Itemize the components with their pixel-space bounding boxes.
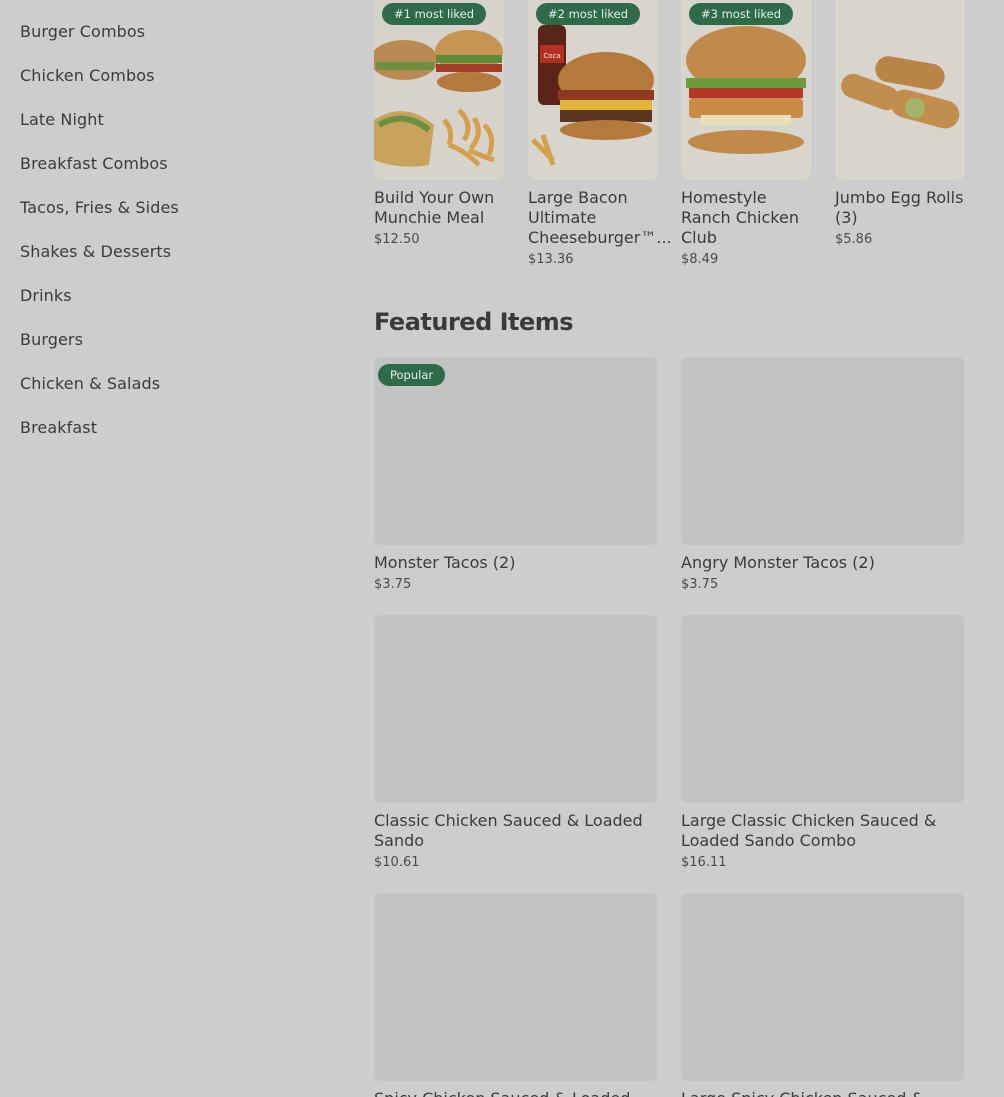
item-price: $5.86 — [835, 232, 873, 247]
featured-item-large-classic-chicken-combo[interactable]: Large Classic Chicken Sauced & Loaded Sa… — [681, 615, 964, 870]
item-price: $13.36 — [528, 252, 574, 267]
popular-badge: Popular — [378, 364, 446, 386]
item-price: $16.11 — [681, 855, 727, 870]
item-price: $10.61 — [374, 855, 420, 870]
item-title: Homestyle Ranch Chicken Club — [681, 188, 799, 247]
svg-text:Coca: Coca — [543, 52, 560, 60]
sidebar-item-breakfast[interactable]: Breakfast — [20, 418, 320, 462]
sidebar-item-burger-combos[interactable]: Burger Combos — [20, 22, 320, 66]
egg-rolls-image-icon — [835, 0, 965, 180]
item-title: Large Spicy Chicken Sauced & — [681, 1089, 964, 1097]
item-price: $12.50 — [374, 232, 420, 247]
featured-item-large-spicy-chicken-combo[interactable]: Large Spicy Chicken Sauced & — [681, 893, 964, 1097]
most-liked-card-egg-rolls[interactable]: Jumbo Egg Rolls (3) $5.86 — [835, 0, 965, 247]
most-liked-card-munchie-meal[interactable]: #1 most liked Build Your Own Munchie Mea… — [374, 0, 504, 247]
sidebar-item-chicken-salads[interactable]: Chicken & Salads — [20, 374, 320, 418]
sidebar-item-tacos-fries-sides[interactable]: Tacos, Fries & Sides — [20, 198, 320, 242]
munchie-meal-image: #1 most liked — [374, 0, 504, 180]
most-liked-badge: #2 most liked — [536, 3, 641, 25]
most-liked-badge: #1 most liked — [382, 3, 487, 25]
featured-item-angry-monster-tacos[interactable]: Angry Monster Tacos (2) $3.75 — [681, 357, 964, 592]
item-title: Large Bacon Ultimate Cheeseburger™... — [528, 188, 672, 247]
most-liked-card-ranch-chicken-club[interactable]: #3 most liked Homestyle Ranch Chicken Cl… — [681, 0, 811, 267]
item-image-placeholder — [681, 357, 964, 545]
item-title: Jumbo Egg Rolls (3) — [835, 188, 964, 227]
egg-rolls-image — [835, 0, 965, 180]
ranch-chicken-club-image-icon — [681, 0, 811, 180]
featured-item-spicy-chicken-sando[interactable]: Spicy Chicken Sauced & Loaded — [374, 893, 657, 1097]
item-image-placeholder: Popular — [374, 357, 657, 545]
featured-item-monster-tacos[interactable]: Popular Monster Tacos (2) $3.75 — [374, 357, 657, 592]
item-image-placeholder — [681, 615, 964, 803]
featured-items-heading: Featured Items — [374, 308, 574, 336]
item-price: $8.49 — [681, 252, 719, 267]
ranch-chicken-club-image: #3 most liked — [681, 0, 811, 180]
category-sidebar: Burger Combos Chicken Combos Late Night … — [20, 22, 320, 462]
sidebar-item-shakes-desserts[interactable]: Shakes & Desserts — [20, 242, 320, 286]
sidebar-item-burgers[interactable]: Burgers — [20, 330, 320, 374]
sidebar-item-late-night[interactable]: Late Night — [20, 110, 320, 154]
item-title: Monster Tacos (2) — [374, 553, 516, 572]
item-image-placeholder — [681, 893, 964, 1081]
item-image-placeholder — [374, 615, 657, 803]
sidebar-item-breakfast-combos[interactable]: Breakfast Combos — [20, 154, 320, 198]
item-price: $3.75 — [374, 577, 412, 592]
item-image-placeholder — [374, 893, 657, 1081]
munchie-meal-image-icon — [374, 0, 504, 180]
item-title: Spicy Chicken Sauced & Loaded — [374, 1089, 657, 1097]
item-title: Large Classic Chicken Sauced & Loaded Sa… — [681, 811, 937, 850]
most-liked-card-bacon-cheeseburger[interactable]: Coca #2 most liked Large Bacon Ultimate … — [528, 0, 672, 267]
item-price: $3.75 — [681, 577, 719, 592]
bacon-cheeseburger-image: Coca #2 most liked — [528, 0, 658, 180]
sidebar-item-chicken-combos[interactable]: Chicken Combos — [20, 66, 320, 110]
bacon-cheeseburger-image-icon: Coca — [528, 0, 658, 180]
item-title: Angry Monster Tacos (2) — [681, 553, 875, 572]
featured-item-classic-chicken-sando[interactable]: Classic Chicken Sauced & Loaded Sando $1… — [374, 615, 657, 870]
most-liked-badge: #3 most liked — [689, 3, 794, 25]
item-title: Build Your Own Munchie Meal — [374, 188, 495, 227]
sidebar-item-drinks[interactable]: Drinks — [20, 286, 320, 330]
item-title: Classic Chicken Sauced & Loaded Sando — [374, 811, 643, 850]
